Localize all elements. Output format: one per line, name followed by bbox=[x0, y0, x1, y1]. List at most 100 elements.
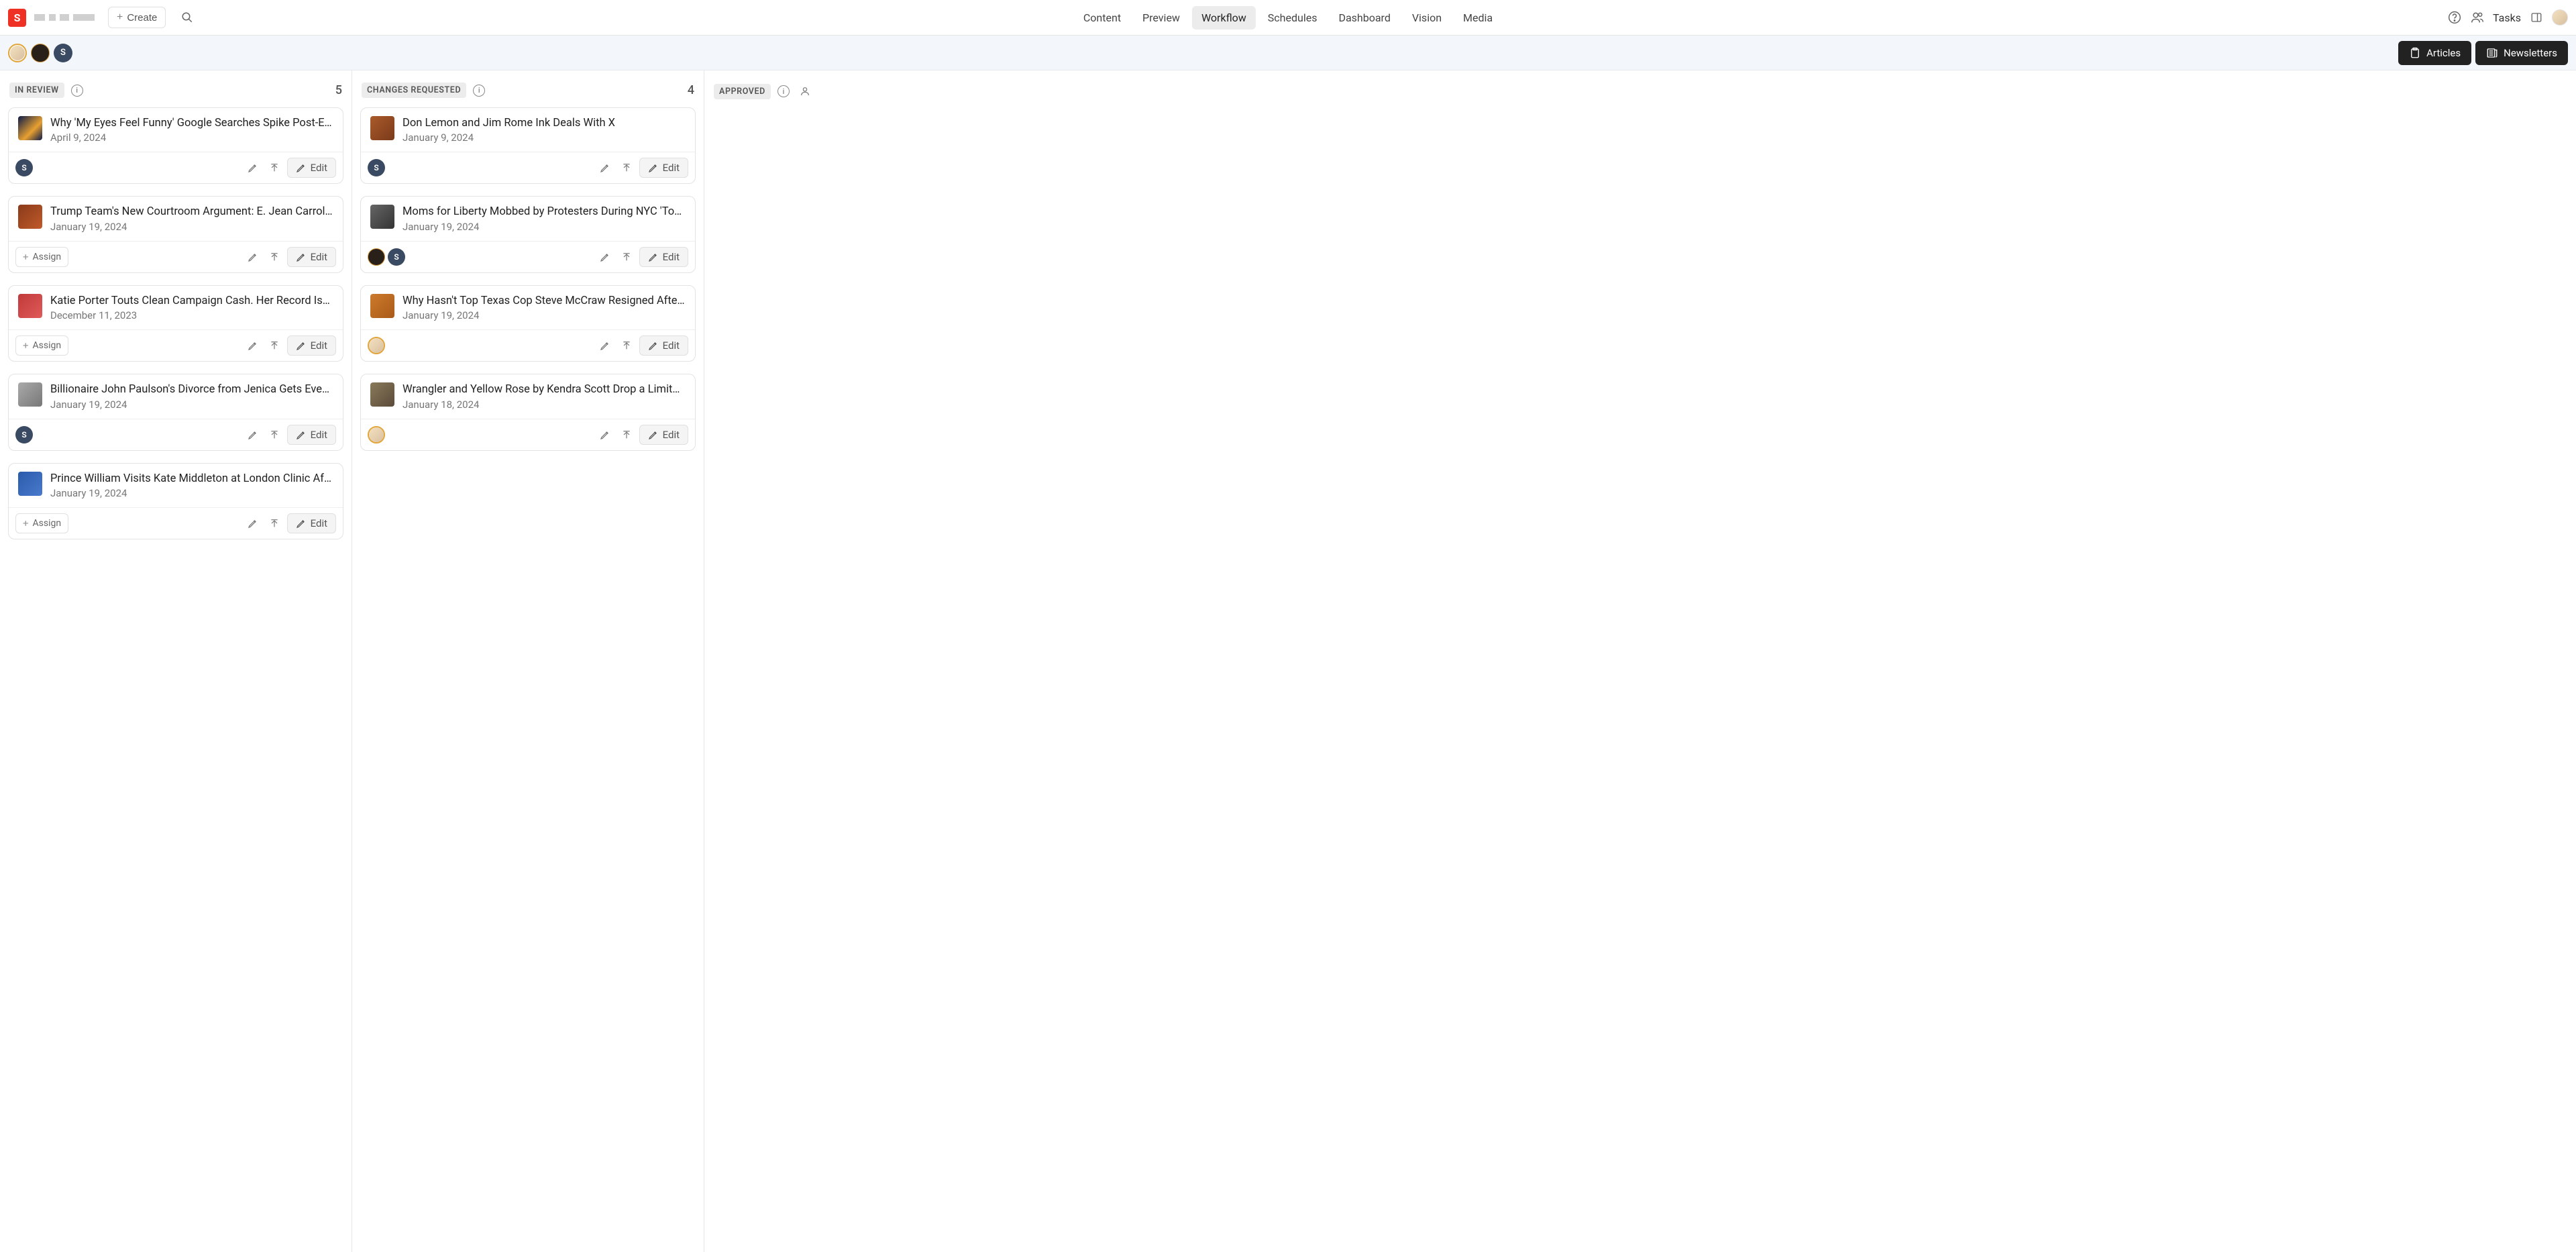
card-assignees: S bbox=[15, 159, 33, 176]
rename-icon[interactable] bbox=[244, 515, 262, 532]
rename-icon[interactable] bbox=[244, 159, 262, 176]
articles-button[interactable]: Articles bbox=[2398, 41, 2471, 65]
assignee-avatar[interactable]: S bbox=[368, 159, 385, 176]
edit-button[interactable]: Edit bbox=[639, 425, 688, 445]
move-up-icon[interactable] bbox=[266, 159, 283, 176]
edit-button[interactable]: Edit bbox=[287, 425, 336, 445]
nav-tab-workflow[interactable]: Workflow bbox=[1192, 6, 1256, 30]
card-date: April 9, 2024 bbox=[50, 132, 333, 144]
move-up-icon[interactable] bbox=[618, 426, 635, 444]
rename-icon[interactable] bbox=[596, 426, 614, 444]
plus-icon: + bbox=[23, 251, 29, 263]
assign-button[interactable]: +Assign bbox=[15, 247, 68, 267]
workflow-card[interactable]: Wrangler and Yellow Rose by Kendra Scott… bbox=[360, 374, 696, 450]
rename-icon[interactable] bbox=[596, 248, 614, 266]
edit-button[interactable]: Edit bbox=[287, 335, 336, 356]
rename-icon[interactable] bbox=[244, 426, 262, 444]
assign-button[interactable]: +Assign bbox=[15, 513, 68, 533]
card-title: Why Hasn't Top Texas Cop Steve McCraw Re… bbox=[402, 294, 686, 308]
column-title: IN REVIEW bbox=[9, 83, 64, 98]
card-thumbnail bbox=[370, 116, 394, 140]
clipboard-icon bbox=[2409, 47, 2421, 59]
edit-button[interactable]: Edit bbox=[287, 513, 336, 533]
workflow-card[interactable]: Prince William Visits Kate Middleton at … bbox=[8, 463, 343, 539]
rename-icon[interactable] bbox=[596, 159, 614, 176]
rename-icon[interactable] bbox=[244, 248, 262, 266]
move-up-icon[interactable] bbox=[266, 515, 283, 532]
app-logo[interactable]: S bbox=[8, 9, 26, 27]
move-up-icon[interactable] bbox=[266, 337, 283, 354]
edit-button[interactable]: Edit bbox=[639, 158, 688, 178]
assignee-avatar[interactable] bbox=[368, 337, 385, 354]
card-assignees: S bbox=[15, 426, 33, 444]
card-thumbnail bbox=[18, 294, 42, 318]
tasks-link[interactable]: Tasks bbox=[2493, 11, 2521, 24]
filter-avatar-1[interactable] bbox=[8, 44, 27, 62]
nav-tab-schedules[interactable]: Schedules bbox=[1258, 6, 1327, 30]
card-footer: S Edit bbox=[361, 241, 695, 272]
rename-icon[interactable] bbox=[244, 337, 262, 354]
search-button[interactable] bbox=[176, 7, 198, 28]
card-date: December 11, 2023 bbox=[50, 309, 333, 321]
column-title: APPROVED bbox=[714, 84, 771, 99]
card-actions: Edit bbox=[596, 158, 688, 178]
card-assignees: S bbox=[368, 248, 405, 266]
panel-button[interactable] bbox=[2529, 10, 2544, 25]
edit-button[interactable]: Edit bbox=[639, 335, 688, 356]
info-icon[interactable]: i bbox=[777, 85, 790, 97]
create-button[interactable]: + Create bbox=[108, 7, 166, 28]
assignee-avatar[interactable]: S bbox=[15, 426, 33, 444]
person-icon[interactable] bbox=[796, 83, 814, 100]
workflow-card[interactable]: Trump Team's New Courtroom Argument: E. … bbox=[8, 196, 343, 272]
move-up-icon[interactable] bbox=[618, 337, 635, 354]
move-up-icon[interactable] bbox=[618, 159, 635, 176]
assignee-avatar[interactable] bbox=[368, 426, 385, 444]
column-header: CHANGES REQUESTEDi4 bbox=[358, 83, 698, 107]
nav-tab-content[interactable]: Content bbox=[1074, 6, 1130, 30]
plus-icon: + bbox=[117, 11, 123, 23]
edit-button[interactable]: Edit bbox=[287, 247, 336, 267]
assignee-avatar[interactable]: S bbox=[388, 248, 405, 266]
workflow-card[interactable]: Why 'My Eyes Feel Funny' Google Searches… bbox=[8, 107, 343, 184]
card-thumbnail bbox=[18, 116, 42, 140]
current-user-avatar[interactable] bbox=[2552, 9, 2568, 25]
users-button[interactable] bbox=[2470, 10, 2485, 25]
nav-tab-preview[interactable]: Preview bbox=[1133, 6, 1189, 30]
card-date: January 19, 2024 bbox=[50, 399, 333, 411]
workflow-card[interactable]: Why Hasn't Top Texas Cop Steve McCraw Re… bbox=[360, 285, 696, 362]
newsletters-button[interactable]: Newsletters bbox=[2475, 41, 2568, 65]
card-thumbnail bbox=[370, 205, 394, 229]
edit-label: Edit bbox=[311, 340, 327, 352]
move-up-icon[interactable] bbox=[266, 426, 283, 444]
info-icon[interactable]: i bbox=[71, 85, 83, 97]
column-approved: APPROVED i bbox=[704, 70, 2576, 1252]
workflow-card[interactable]: Katie Porter Touts Clean Campaign Cash. … bbox=[8, 285, 343, 362]
card-footer: S Edit bbox=[9, 152, 343, 183]
filter-bar-right: Articles Newsletters bbox=[2398, 41, 2568, 65]
edit-button[interactable]: Edit bbox=[639, 247, 688, 267]
edit-label: Edit bbox=[663, 251, 680, 263]
move-up-icon[interactable] bbox=[618, 248, 635, 266]
edit-button[interactable]: Edit bbox=[287, 158, 336, 178]
filter-avatar-3[interactable]: S bbox=[54, 44, 72, 62]
card-title: Trump Team's New Courtroom Argument: E. … bbox=[50, 205, 333, 219]
workflow-card[interactable]: Moms for Liberty Mobbed by Protesters Du… bbox=[360, 196, 696, 272]
assign-button[interactable]: +Assign bbox=[15, 335, 68, 356]
plus-icon: + bbox=[23, 340, 29, 352]
help-button[interactable] bbox=[2447, 10, 2462, 25]
nav-tab-media[interactable]: Media bbox=[1454, 6, 1502, 30]
info-icon[interactable]: i bbox=[473, 85, 485, 97]
assignee-avatar[interactable] bbox=[368, 248, 385, 266]
assignee-avatar[interactable]: S bbox=[15, 159, 33, 176]
column-title: CHANGES REQUESTED bbox=[362, 83, 466, 98]
card-body: Trump Team's New Courtroom Argument: E. … bbox=[9, 197, 343, 240]
workflow-card[interactable]: Don Lemon and Jim Rome Ink Deals With XJ… bbox=[360, 107, 696, 184]
workflow-card[interactable]: Billionaire John Paulson's Divorce from … bbox=[8, 374, 343, 450]
nav-tab-vision[interactable]: Vision bbox=[1403, 6, 1451, 30]
card-date: January 19, 2024 bbox=[50, 221, 333, 233]
nav-tab-dashboard[interactable]: Dashboard bbox=[1329, 6, 1399, 30]
rename-icon[interactable] bbox=[596, 337, 614, 354]
card-body: Why Hasn't Top Texas Cop Steve McCraw Re… bbox=[361, 286, 695, 329]
filter-avatar-2[interactable] bbox=[31, 44, 50, 62]
move-up-icon[interactable] bbox=[266, 248, 283, 266]
